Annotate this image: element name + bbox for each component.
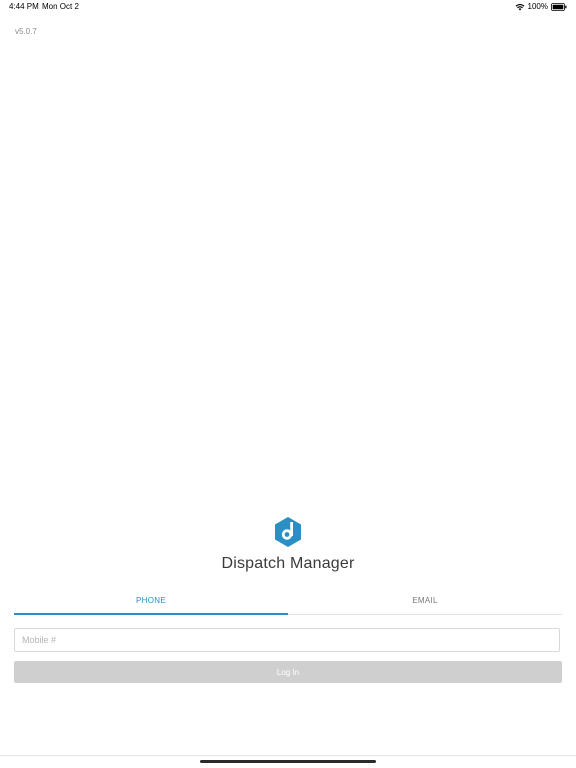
login-button[interactable]: Log In	[14, 661, 562, 683]
login-method-tabs: PHONE EMAIL	[14, 590, 562, 615]
tab-email[interactable]: EMAIL	[288, 590, 562, 613]
tab-phone[interactable]: PHONE	[14, 590, 288, 615]
app-version: v5.0.7	[15, 27, 37, 36]
mobile-number-input[interactable]	[14, 628, 560, 652]
wifi-icon	[515, 3, 525, 11]
status-bar: 4:44 PM Mon Oct 2 100%	[0, 0, 576, 14]
dispatch-logo-icon	[272, 515, 304, 549]
bottom-divider	[0, 755, 576, 756]
battery-icon	[551, 2, 567, 11]
battery-percent: 100%	[527, 2, 548, 11]
home-indicator[interactable]	[200, 760, 376, 763]
status-time: 4:44 PM	[9, 2, 39, 11]
status-indicators: 100%	[515, 2, 567, 11]
app-title: Dispatch Manager	[221, 555, 355, 572]
status-date: Mon Oct 2	[42, 2, 79, 11]
